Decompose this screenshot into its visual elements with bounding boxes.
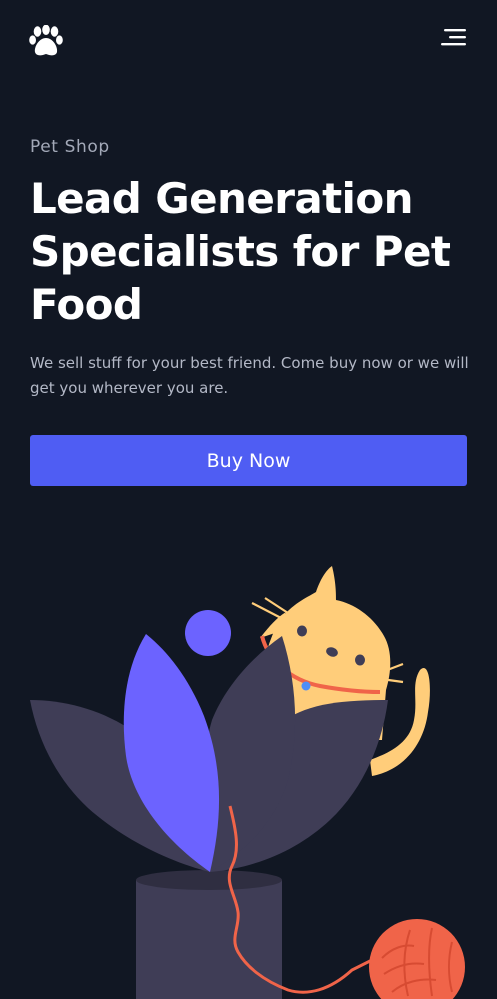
hero-description: We sell stuff for your best friend. Come… bbox=[30, 354, 469, 397]
site-header bbox=[0, 0, 497, 80]
buy-now-button[interactable]: Buy Now bbox=[30, 435, 467, 486]
eyebrow-label: Pet Shop bbox=[30, 137, 110, 157]
hamburger-menu-icon[interactable] bbox=[440, 27, 468, 51]
page-title: Lead Generation Specialists for Pet Food bbox=[30, 174, 451, 329]
cat-in-plant-with-yarn-illustration bbox=[30, 566, 465, 999]
paw-icon[interactable] bbox=[29, 25, 63, 57]
